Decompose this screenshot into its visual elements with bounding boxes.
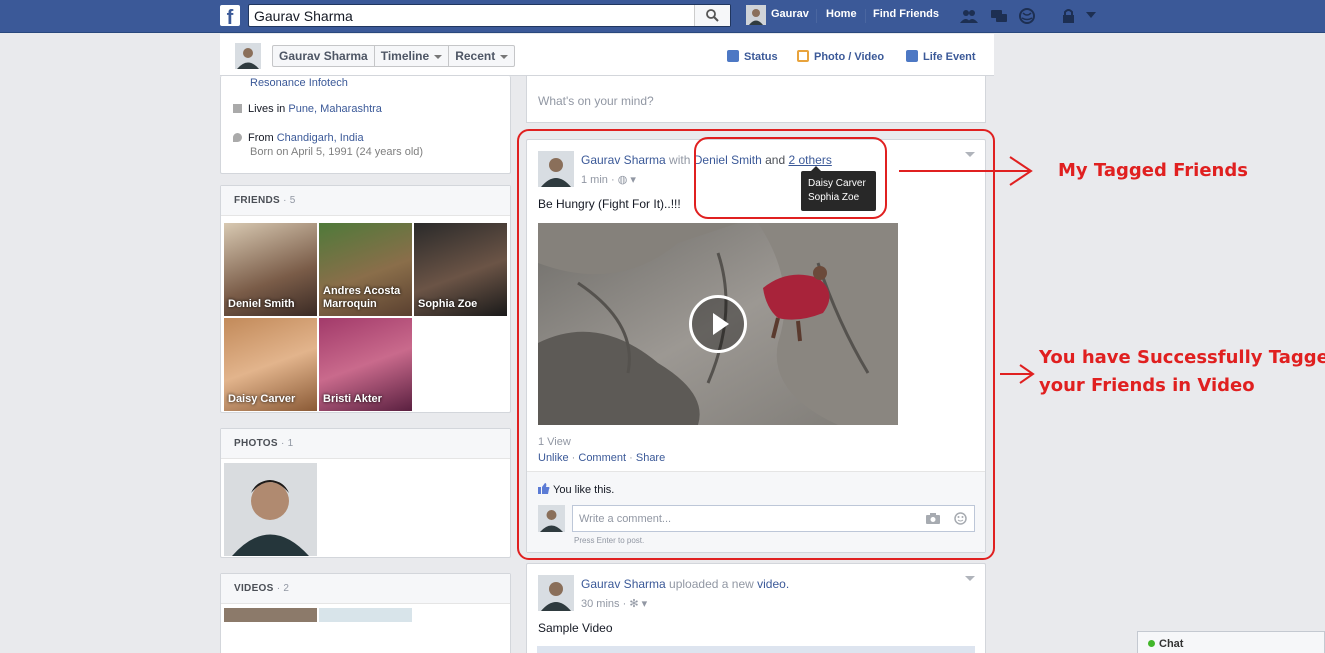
about-card: Resonance Infotech Lives in Pune, Mahara…	[220, 76, 511, 174]
friend-name: Deniel Smith	[228, 298, 295, 310]
friends-title: FRIENDS	[234, 195, 280, 206]
facebook-logo[interactable]: f	[220, 5, 240, 26]
lives-prefix: Lives in	[248, 103, 289, 115]
friends-count: · 5	[283, 195, 296, 206]
divider	[865, 9, 866, 23]
breadcrumb-name[interactable]: Gaurav Sharma	[273, 46, 375, 66]
videos-count: · 2	[276, 583, 290, 594]
online-status-icon	[1148, 640, 1155, 647]
video-thumbnail[interactable]	[224, 608, 317, 622]
photo-thumbnail[interactable]	[224, 463, 317, 556]
notifications-globe-icon[interactable]	[1018, 8, 1036, 24]
search-icon	[706, 9, 719, 22]
user-avatar[interactable]	[746, 5, 766, 25]
timestamp-text: 30 mins	[581, 598, 620, 610]
action-text: uploaded a new	[669, 577, 754, 591]
photos-count: · 1	[280, 438, 294, 449]
work-text: Resonance Infotech	[250, 77, 348, 89]
search-button[interactable]	[694, 5, 730, 26]
annotation-tagged-friends: My Tagged Friends	[1058, 160, 1248, 181]
privacy-shortcuts-icon[interactable]	[1060, 8, 1078, 24]
chevron-down-icon	[500, 54, 509, 59]
search-input[interactable]: Gaurav Sharma	[254, 8, 684, 24]
post-header: Gaurav Sharma uploaded a new video.	[581, 577, 789, 591]
chat-label: Chat	[1159, 638, 1184, 650]
settings-caret-icon[interactable]	[1085, 10, 1097, 20]
search-box[interactable]: Gaurav Sharma	[248, 4, 731, 27]
find-friends-link[interactable]: Find Friends	[873, 8, 939, 20]
profile-link[interactable]: Gaurav	[771, 8, 809, 20]
from-prefix: From	[248, 132, 277, 144]
videos-title: VIDEOS	[234, 583, 274, 594]
author-avatar[interactable]	[538, 575, 574, 611]
story-post: Gaurav Sharma uploaded a new video. 30 m…	[526, 563, 986, 653]
life-event-label: Life Event	[923, 51, 976, 63]
post-options-chevron-icon[interactable]	[965, 576, 975, 581]
life-event-button[interactable]: Life Event	[906, 50, 976, 63]
photos-header[interactable]: PHOTOS · 1	[221, 429, 510, 459]
from-row: From Chandigarh, India	[233, 132, 364, 144]
photo-video-button[interactable]: Photo / Video	[797, 50, 884, 63]
gear-icon[interactable]: ✻ ▾	[629, 598, 647, 610]
work-link[interactable]: Resonance Infotech	[250, 77, 348, 89]
home-link[interactable]: Home	[826, 8, 857, 20]
status-label: Status	[744, 51, 778, 63]
friend-tile[interactable]: Deniel Smith	[224, 223, 317, 316]
video-link[interactable]: video.	[757, 577, 789, 591]
photos-title: PHOTOS	[234, 438, 278, 449]
author-name[interactable]: Gaurav Sharma	[581, 577, 666, 591]
breadcrumb: Gaurav Sharma Timeline Recent	[272, 45, 516, 67]
status-input[interactable]: What's on your mind?	[538, 94, 654, 108]
friend-name: Bristi Akter	[323, 393, 382, 405]
post-timestamp[interactable]: 30 mins · ✻ ▾	[581, 597, 647, 610]
friend-requests-icon[interactable]	[960, 8, 978, 24]
home-icon	[233, 104, 242, 113]
annotation-arrow-icon	[899, 156, 1033, 186]
videos-card: VIDEOS · 2	[220, 573, 511, 653]
flag-icon	[906, 50, 918, 62]
photo-icon	[797, 50, 809, 62]
messages-icon[interactable]	[990, 8, 1008, 24]
friend-tile[interactable]: Daisy Carver	[224, 318, 317, 411]
friend-name: Sophia Zoe	[418, 298, 478, 310]
video-thumbnail[interactable]	[319, 608, 412, 622]
lives-place-link[interactable]: Pune, Maharashtra	[288, 103, 382, 115]
annotation-arrow-icon	[1000, 364, 1035, 384]
photo-video-label: Photo / Video	[814, 51, 885, 63]
photos-card: PHOTOS · 1	[220, 428, 511, 558]
friend-tile[interactable]: Sophia Zoe	[414, 223, 507, 316]
annotation-tag-highlight	[694, 137, 887, 219]
status-composer[interactable]: What's on your mind?	[526, 76, 986, 123]
pencil-icon	[727, 50, 739, 62]
timeline-sticky-header: Gaurav Sharma Timeline Recent Status Pho…	[220, 34, 994, 76]
video-preview[interactable]	[537, 646, 975, 653]
breadcrumb-timeline[interactable]: Timeline	[375, 46, 450, 66]
chat-tab[interactable]: Chat	[1137, 631, 1325, 653]
annotation-success-line2: your Friends in Video	[1039, 375, 1255, 396]
breadcrumb-recent[interactable]: Recent	[449, 46, 514, 66]
breadcrumb-timeline-label: Timeline	[380, 49, 430, 63]
birthday-text: Born on April 5, 1991 (24 years old)	[250, 146, 424, 158]
friends-card: FRIENDS · 5 Deniel Smith Andres Acosta M…	[220, 185, 511, 413]
chevron-down-icon	[434, 54, 443, 59]
breadcrumb-recent-label: Recent	[455, 49, 496, 63]
post-message: Sample Video	[538, 621, 613, 635]
lives-in-row: Lives in Pune, Maharashtra	[233, 103, 382, 115]
friend-tile[interactable]: Andres Acosta Marroquin	[319, 223, 412, 316]
divider	[816, 9, 817, 23]
status-button[interactable]: Status	[727, 50, 778, 63]
annotation-success-line1: You have Successfully Tagged	[1039, 347, 1325, 368]
friend-name: Andres Acosta Marroquin	[323, 285, 401, 310]
friend-tile[interactable]: Bristi Akter	[319, 318, 412, 411]
friends-header[interactable]: FRIENDS · 5	[221, 186, 510, 216]
friend-name: Daisy Carver	[228, 393, 296, 405]
profile-thumbnail[interactable]	[235, 43, 261, 69]
top-navigation-bar: f Gaurav Sharma Gaurav Home Find Friends	[0, 0, 1325, 33]
location-pin-icon	[233, 133, 242, 142]
videos-header[interactable]: VIDEOS · 2	[221, 574, 510, 604]
from-place-link[interactable]: Chandigarh, India	[277, 132, 364, 144]
